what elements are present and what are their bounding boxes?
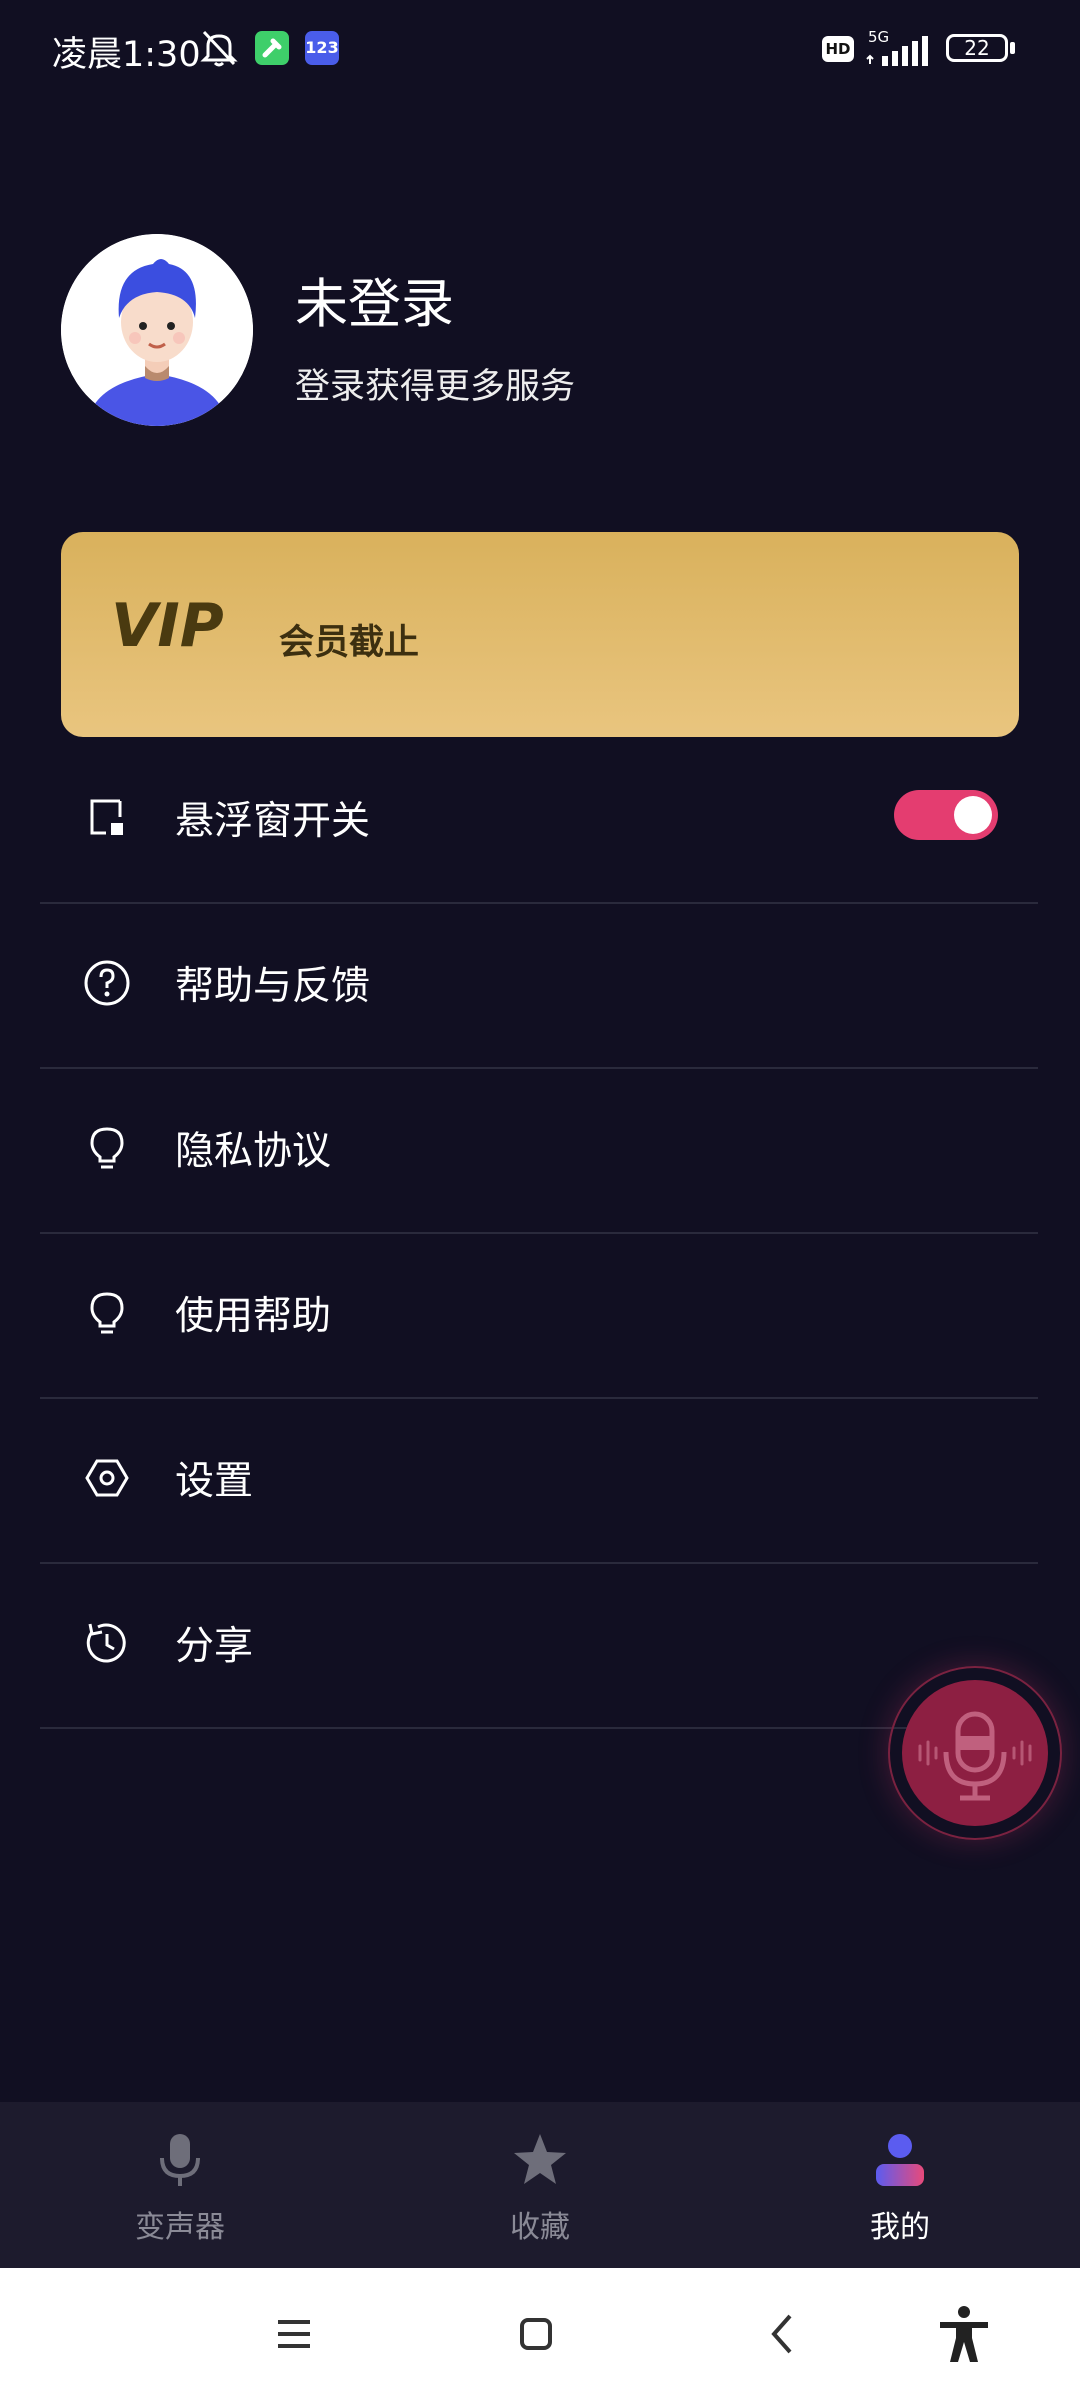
wrench-app-icon	[255, 31, 289, 65]
tab-mine[interactable]: 我的	[780, 2102, 1020, 2268]
menu-label: 隐私协议	[175, 1129, 332, 1174]
profile-name[interactable]: 未登录	[295, 262, 454, 338]
accessibility-icon[interactable]	[934, 2304, 994, 2364]
profile-subtitle[interactable]: 登录获得更多服务	[295, 358, 575, 409]
settings-icon	[82, 1453, 132, 1503]
floating-window-icon	[82, 793, 132, 843]
menu-label: 分享	[175, 1624, 254, 1669]
signal-icon	[866, 34, 932, 70]
battery-icon: 22	[946, 34, 1008, 62]
star-icon	[510, 2130, 570, 2190]
system-nav-bar	[0, 2268, 1080, 2400]
share-icon	[82, 1618, 132, 1668]
tab-label: 变声器	[135, 2210, 225, 2245]
menu-row-settings[interactable]: 设置	[40, 1398, 1038, 1564]
avatar[interactable]	[61, 234, 253, 426]
hd-icon: HD	[822, 36, 854, 62]
tab-voice-changer[interactable]: 变声器	[60, 2102, 300, 2268]
menu-row-floating-window[interactable]: 悬浮窗开关	[40, 738, 1038, 904]
menu-label: 设置	[175, 1459, 254, 1504]
menu-label: 悬浮窗开关	[175, 799, 371, 844]
home-icon[interactable]	[506, 2304, 566, 2364]
vip-card[interactable]: VIP 会员截止	[61, 532, 1019, 737]
svg-text:VIP: VIP	[111, 594, 224, 654]
vip-logo: VIP	[109, 591, 239, 661]
tab-label: 我的	[870, 2210, 930, 2245]
vip-text: 会员截止	[279, 623, 420, 663]
menu-row-privacy[interactable]: 隐私协议	[40, 1068, 1038, 1234]
lightbulb-icon	[82, 1123, 132, 1173]
status-bar: 凌晨1:30 123 HD 5G 22	[0, 0, 1080, 100]
profile-icon	[870, 2130, 930, 2190]
menu-row-share[interactable]: 分享	[40, 1563, 1038, 1729]
status-time: 凌晨1:30	[52, 35, 201, 75]
toggle-knob	[954, 796, 992, 834]
floating-mic-button[interactable]	[902, 1680, 1048, 1826]
avatar-illustration	[61, 234, 253, 426]
mute-notification-icon	[196, 28, 242, 72]
app-123-icon: 123	[305, 31, 339, 65]
battery-tip	[1010, 42, 1015, 54]
menu-row-help-feedback[interactable]: 帮助与反馈	[40, 903, 1038, 1069]
lightbulb-icon	[82, 1288, 132, 1338]
floating-window-toggle[interactable]	[894, 790, 998, 840]
microphone-icon	[150, 2130, 210, 2190]
back-icon[interactable]	[754, 2304, 814, 2364]
tab-label: 收藏	[510, 2210, 570, 2245]
tab-favorites[interactable]: 收藏	[420, 2102, 660, 2268]
menu-icon[interactable]	[264, 2304, 324, 2364]
bottom-tab-bar: 变声器 收藏 我的	[0, 2102, 1080, 2268]
menu-row-usage-help[interactable]: 使用帮助	[40, 1233, 1038, 1399]
help-icon	[82, 958, 132, 1008]
menu-label: 使用帮助	[175, 1294, 332, 1339]
microphone-icon	[918, 1711, 1032, 1801]
menu-label: 帮助与反馈	[175, 964, 371, 1009]
